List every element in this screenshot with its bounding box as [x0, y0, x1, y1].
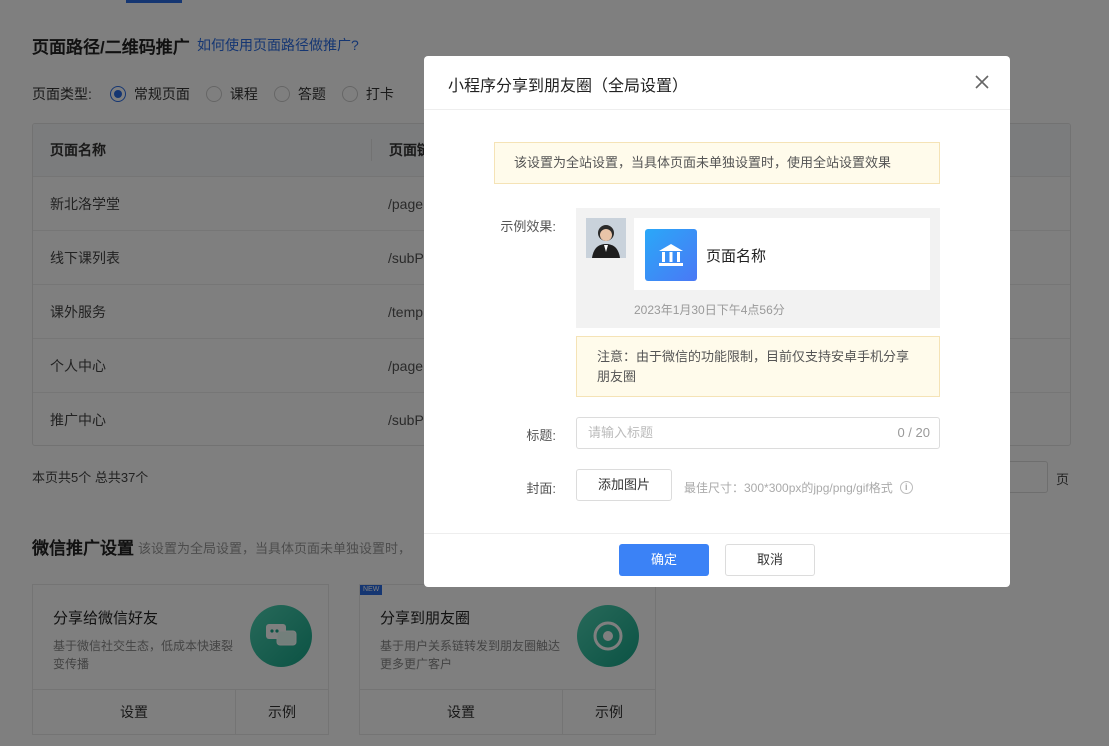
close-icon[interactable]	[972, 72, 992, 92]
share-moments-modal: 小程序分享到朋友圈（全局设置） 该设置为全站设置，当具体页面未单独设置时，使用全…	[424, 56, 1010, 587]
title-label: 标题:	[526, 428, 556, 443]
modal-footer: 确定 取消	[424, 533, 1010, 587]
modal-title: 小程序分享到朋友圈（全局设置）	[448, 78, 689, 95]
preview-page-name: 页面名称	[706, 248, 767, 265]
share-card: 页面名称	[634, 218, 930, 290]
bank-icon	[645, 229, 697, 281]
info-icon[interactable]: i	[899, 481, 913, 494]
share-preview: 页面名称 2023年1月30日下午4点56分	[576, 208, 940, 328]
android-only-warning: 注意：由于微信的功能限制，目前仅支持安卓手机分享朋友圈	[576, 336, 940, 397]
confirm-button[interactable]: 确定	[619, 544, 709, 576]
cover-label: 封面:	[526, 481, 556, 496]
add-image-button[interactable]: 添加图片	[576, 469, 672, 501]
cover-hint-text: 最佳尺寸：300*300px的jpg/png/gif格式	[684, 481, 893, 495]
cancel-button[interactable]: 取消	[725, 544, 815, 576]
example-label: 示例效果:	[500, 219, 556, 234]
preview-timestamp: 2023年1月30日下午4点56分	[634, 303, 785, 317]
avatar	[586, 218, 626, 258]
title-input[interactable]: 请输入标题 0 / 20	[576, 417, 940, 449]
global-setting-notice: 该设置为全站设置，当具体页面未单独设置时，使用全站设置效果	[494, 142, 940, 184]
modal-header: 小程序分享到朋友圈（全局设置）	[424, 56, 1010, 110]
title-char-count: 0 / 20	[897, 425, 930, 440]
title-placeholder: 请输入标题	[588, 425, 654, 440]
cover-hint: 最佳尺寸：300*300px的jpg/png/gif格式 i	[684, 479, 913, 496]
